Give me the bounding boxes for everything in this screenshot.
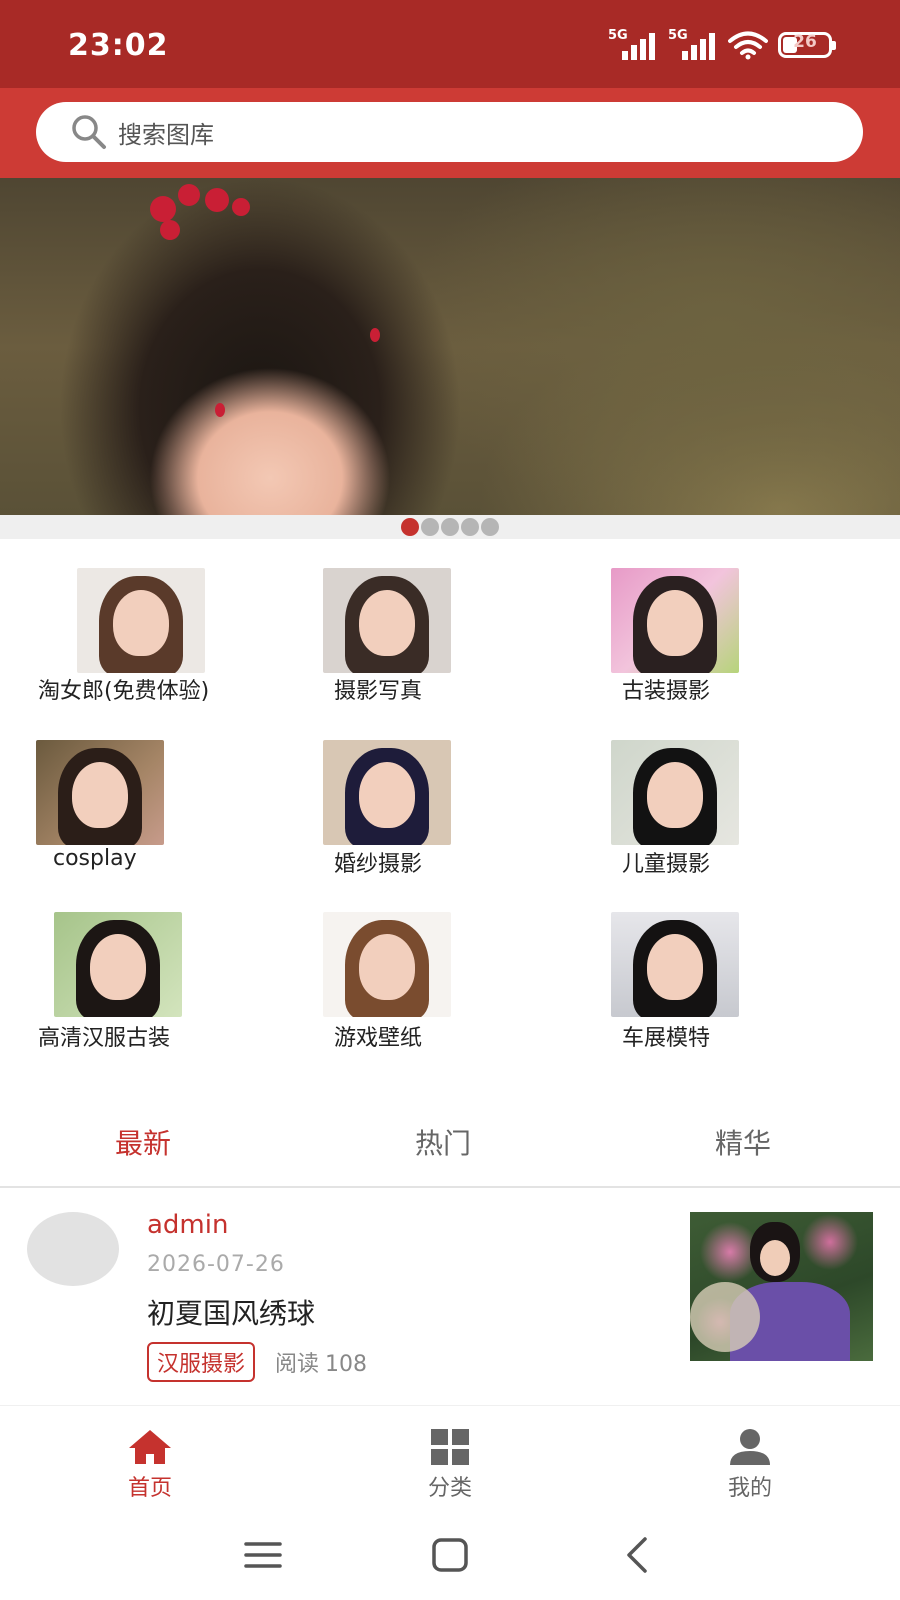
article-card[interactable]: admin 2026-07-26 初夏国风绣球 汉服摄影 阅读 108 (0, 1190, 900, 1405)
article-tag[interactable]: 汉服摄影 (147, 1342, 256, 1382)
grid-icon (431, 1429, 469, 1465)
read-label: 阅读 (275, 1352, 320, 1377)
category-label: 车展模特 (622, 1026, 711, 1051)
signal-label: 5G (608, 28, 628, 43)
category-label: 淘女郎(免费体验) (38, 679, 210, 704)
category-thumbnail (611, 568, 739, 673)
back-icon[interactable] (615, 1532, 661, 1578)
category-item[interactable]: 高清汉服古装 (36, 895, 276, 1065)
category-thumbnail (611, 912, 739, 1017)
menu-icon[interactable] (240, 1532, 286, 1578)
category-label: 婚纱摄影 (334, 852, 423, 877)
carousel-dot[interactable] (481, 518, 499, 536)
status-time: 23:02 (68, 28, 169, 63)
category-item[interactable]: 车展模特 (611, 895, 851, 1065)
signal-5g-icon: 5G (608, 28, 658, 60)
banner-carousel[interactable] (0, 178, 900, 515)
status-icons: 5G 5G 26 (608, 28, 836, 60)
tab-hot[interactable]: 热门 (415, 1122, 471, 1162)
tab-featured[interactable]: 精华 (715, 1122, 771, 1162)
bottom-navigation: 首页 分类 我的 (0, 1405, 900, 1510)
nav-category[interactable]: 分类 (390, 1428, 510, 1502)
system-navigation (0, 1510, 900, 1600)
user-icon (730, 1429, 770, 1465)
article-title[interactable]: 初夏国风绣球 (147, 1292, 315, 1332)
category-item[interactable]: 古装摄影 (611, 545, 851, 715)
nav-home-label: 首页 (127, 1476, 172, 1501)
category-thumbnail (323, 912, 451, 1017)
category-thumbnail (323, 740, 451, 845)
carousel-indicator (0, 515, 900, 539)
category-item[interactable]: 游戏壁纸 (323, 895, 563, 1065)
article-date: 2026-07-26 (147, 1252, 285, 1277)
category-thumbnail (611, 740, 739, 845)
carousel-dot[interactable] (441, 518, 459, 536)
search-placeholder: 搜索图库 (118, 120, 214, 149)
article-thumbnail[interactable] (690, 1212, 873, 1361)
wifi-icon (728, 31, 768, 60)
avatar[interactable] (27, 1212, 119, 1286)
read-count: 阅读 108 (275, 1346, 367, 1378)
status-bar: 23:02 5G 5G 26 (0, 0, 900, 88)
signal-5g-icon: 5G (668, 28, 718, 60)
category-thumbnail (77, 568, 205, 673)
nav-home[interactable]: 首页 (90, 1428, 210, 1502)
category-thumbnail (36, 740, 164, 845)
feed-tabs: 最新 热门 精华 (0, 1100, 900, 1188)
category-label: cosplay (53, 846, 137, 871)
battery-icon: 26 (778, 32, 836, 58)
category-label: 游戏壁纸 (334, 1026, 423, 1051)
home-square-icon[interactable] (427, 1532, 473, 1578)
search-input[interactable]: 搜索图库 (36, 102, 863, 162)
carousel-dot[interactable] (461, 518, 479, 536)
tab-latest[interactable]: 最新 (115, 1122, 171, 1162)
article-author[interactable]: admin (147, 1210, 228, 1240)
signal-label: 5G (668, 28, 688, 43)
category-label: 古装摄影 (622, 679, 711, 704)
category-label: 高清汉服古装 (38, 1026, 171, 1051)
nav-category-label: 分类 (427, 1476, 472, 1501)
category-item[interactable]: 儿童摄影 (611, 720, 851, 890)
battery-level: 26 (793, 32, 817, 52)
category-label: 儿童摄影 (622, 852, 711, 877)
nav-profile[interactable]: 我的 (690, 1428, 810, 1502)
search-icon (72, 115, 106, 149)
carousel-dot[interactable] (401, 518, 419, 536)
category-thumbnail (54, 912, 182, 1017)
nav-profile-label: 我的 (727, 1476, 772, 1501)
category-item[interactable]: 婚纱摄影 (323, 720, 563, 890)
carousel-dot[interactable] (421, 518, 439, 536)
category-item[interactable]: cosplay (36, 720, 276, 890)
search-header: 搜索图库 (0, 88, 900, 178)
category-label: 摄影写真 (334, 679, 423, 704)
category-thumbnail (323, 568, 451, 673)
category-item[interactable]: 淘女郎(免费体验) (36, 545, 276, 715)
home-icon (129, 1430, 171, 1464)
read-number: 108 (325, 1352, 368, 1377)
category-item[interactable]: 摄影写真 (323, 545, 563, 715)
